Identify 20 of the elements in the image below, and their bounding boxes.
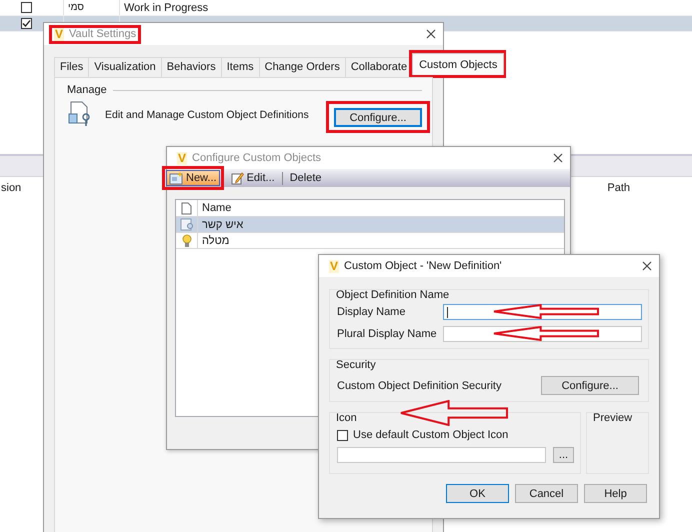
checkbox-label: Use default Custom Object Icon <box>353 429 508 441</box>
logo: V <box>329 260 340 272</box>
group-heading: Security <box>336 359 376 371</box>
description-text: Edit and Manage Custom Object Definitions <box>105 109 310 121</box>
window-title: Custom Object - 'New Definition' <box>344 260 502 272</box>
group-heading: Manage <box>67 84 107 96</box>
row-name: מטלה <box>201 234 230 246</box>
field-label: Display Name <box>337 306 406 318</box>
logo: V <box>177 152 188 164</box>
group-heading: Icon <box>336 412 357 424</box>
group-heading: Object Definition Name <box>336 289 450 301</box>
field-label: Plural Display Name <box>337 328 437 340</box>
window-title: Configure Custom Objects <box>192 152 322 164</box>
window-title: Vault Settings <box>69 28 136 40</box>
group-heading: Preview <box>593 412 632 424</box>
field-label: Custom Object Definition Security <box>337 380 502 392</box>
logo: V <box>54 28 64 40</box>
table-cell: Work in Progress <box>124 2 208 14</box>
table-cell: סמי <box>68 2 84 13</box>
row-name: איש קשר <box>201 218 244 230</box>
